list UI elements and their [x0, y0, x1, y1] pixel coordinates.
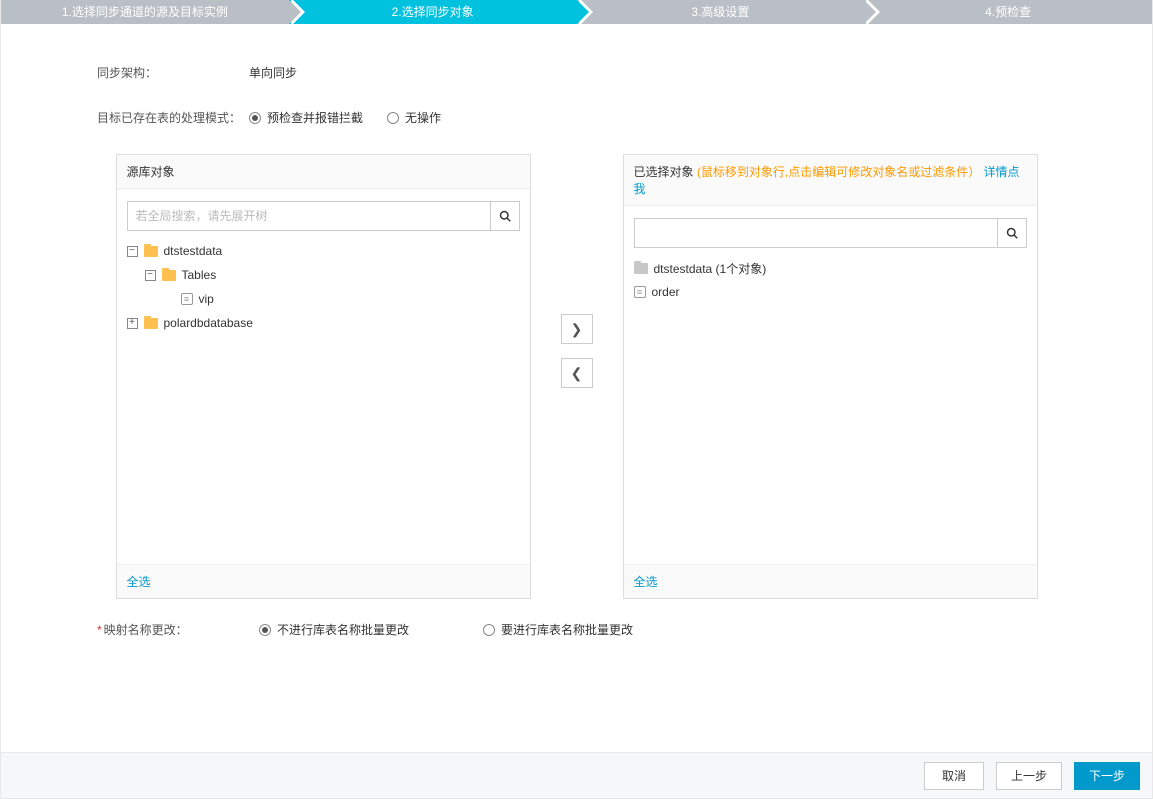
tree-node-db[interactable]: polardbdatabase	[127, 311, 520, 335]
tree-node-label: Tables	[182, 268, 217, 282]
tree-node-label: polardbdatabase	[164, 316, 253, 330]
select-all-link[interactable]: 全选	[634, 575, 658, 589]
tree-node-label: dtstestdata	[164, 244, 223, 258]
selected-panel-header: 已选择对象 (鼠标移到对象行,点击编辑可修改对象名或过滤条件） 详情点我	[624, 155, 1037, 206]
radio-dot-icon	[483, 624, 495, 636]
list-item-table[interactable]: order	[634, 280, 1027, 304]
selected-panel-hint: (鼠标移到对象行,点击编辑可修改对象名或过滤条件）	[697, 165, 980, 179]
collapse-icon[interactable]	[127, 246, 138, 257]
collapse-icon[interactable]	[145, 270, 156, 281]
target-mode-label: 目标已存在表的处理模式：	[97, 109, 249, 126]
search-icon	[499, 210, 511, 222]
target-mode-row: 目标已存在表的处理模式： 预检查并报错拦截 无操作	[1, 109, 1152, 126]
tree-node-table[interactable]: vip	[127, 287, 520, 311]
source-search-button[interactable]	[490, 201, 520, 231]
name-mapping-label: *映射名称更改：	[97, 621, 249, 638]
name-mapping-row: *映射名称更改： 不进行库表名称批量更改 要进行库表名称批量更改	[1, 621, 1152, 638]
source-panel-footer: 全选	[117, 564, 530, 598]
step-3[interactable]: 3.高级设置	[577, 0, 865, 24]
name-mapping-option-label: 不进行库表名称批量更改	[277, 621, 409, 638]
sync-arch-row: 同步架构： 单向同步	[1, 64, 1152, 81]
content-area: 同步架构： 单向同步 目标已存在表的处理模式： 预检查并报错拦截 无操作 源库对…	[1, 24, 1152, 752]
list-item-db[interactable]: dtstestdata (1个对象)	[634, 256, 1027, 280]
target-mode-option-noop[interactable]: 无操作	[387, 109, 441, 126]
source-tree: dtstestdata Tables vip	[127, 239, 520, 335]
expand-icon[interactable]	[127, 318, 138, 329]
step-1[interactable]: 1.选择同步通道的源及目标实例	[1, 0, 289, 24]
folder-icon	[144, 318, 158, 329]
required-marker: *	[97, 623, 102, 637]
tree-node-db[interactable]: dtstestdata	[127, 239, 520, 263]
next-button[interactable]: 下一步	[1074, 762, 1140, 790]
transfer-buttons: ❯ ❮	[561, 314, 593, 388]
name-mapping-option-nochange[interactable]: 不进行库表名称批量更改	[259, 621, 409, 638]
radio-dot-icon	[259, 624, 271, 636]
selected-search-input[interactable]	[634, 218, 997, 248]
sync-arch-value: 单向同步	[249, 64, 297, 81]
wizard-steps: 1.选择同步通道的源及目标实例 2.选择同步对象 3.高级设置 4.预检查	[1, 0, 1152, 24]
selected-panel-title: 已选择对象	[634, 165, 694, 179]
tree-node-label: vip	[199, 292, 214, 306]
target-mode-option-label: 预检查并报错拦截	[267, 109, 363, 126]
source-search-input[interactable]	[127, 201, 490, 231]
selected-list: dtstestdata (1个对象) order	[634, 256, 1027, 304]
source-panel-header: 源库对象	[117, 155, 530, 189]
folder-icon	[162, 270, 176, 281]
search-icon	[1006, 227, 1018, 239]
source-panel: 源库对象 dtstestdata	[116, 154, 531, 599]
step-4[interactable]: 4.预检查	[864, 0, 1152, 24]
select-all-link[interactable]: 全选	[127, 575, 151, 589]
name-mapping-option-change[interactable]: 要进行库表名称批量更改	[483, 621, 633, 638]
move-right-button[interactable]: ❯	[561, 314, 593, 344]
previous-button[interactable]: 上一步	[996, 762, 1062, 790]
selected-search-button[interactable]	[997, 218, 1027, 248]
table-icon	[634, 286, 646, 298]
target-mode-option-precheck[interactable]: 预检查并报错拦截	[249, 109, 363, 126]
folder-icon	[144, 246, 158, 257]
source-search	[127, 201, 520, 231]
selected-panel-footer: 全选	[624, 564, 1037, 598]
source-panel-title: 源库对象	[127, 165, 175, 179]
cancel-button[interactable]: 取消	[924, 762, 984, 790]
move-left-button[interactable]: ❮	[561, 358, 593, 388]
folder-icon	[634, 263, 648, 274]
step-2[interactable]: 2.选择同步对象	[289, 0, 577, 24]
radio-dot-icon	[387, 112, 399, 124]
sync-arch-label: 同步架构：	[97, 64, 249, 81]
target-mode-option-label: 无操作	[405, 109, 441, 126]
tree-node-tables[interactable]: Tables	[127, 263, 520, 287]
footer-bar: 取消 上一步 下一步	[1, 752, 1152, 798]
table-icon	[181, 293, 193, 305]
selected-panel: 已选择对象 (鼠标移到对象行,点击编辑可修改对象名或过滤条件） 详情点我	[623, 154, 1038, 599]
name-mapping-option-label: 要进行库表名称批量更改	[501, 621, 633, 638]
list-item-label: dtstestdata (1个对象)	[654, 260, 767, 277]
radio-dot-icon	[249, 112, 261, 124]
list-item-label: order	[652, 285, 680, 299]
selected-search	[634, 218, 1027, 248]
